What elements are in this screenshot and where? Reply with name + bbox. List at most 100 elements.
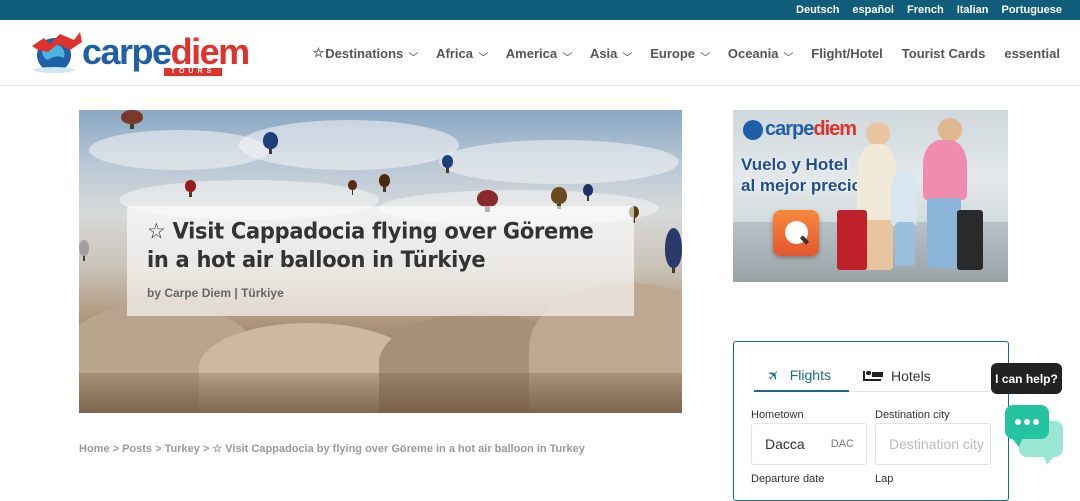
cloud-decoration [439, 140, 679, 184]
logo-tagline: TOURS [164, 68, 222, 76]
nav-label: Tourist Cards [901, 45, 986, 61]
hero-image: ☆ Visit Cappadocia flying over Göreme in… [79, 110, 682, 413]
chat-help-bubble[interactable]: I can help? [991, 363, 1062, 394]
chevron-down-icon: ⌵ [408, 47, 419, 58]
chat-dot-decoration [1015, 419, 1021, 425]
globe-icon [743, 119, 763, 140]
nav-europe[interactable]: Europe ⌵ [650, 45, 711, 61]
language-bar: Deutsch español French Italian Portugues… [0, 0, 1080, 20]
chevron-down-icon: ⌵ [700, 47, 711, 58]
destination-field[interactable]: Destination city [875, 423, 991, 465]
chevron-down-icon: ⌵ [478, 47, 489, 58]
person-legs-decoration [927, 198, 961, 268]
lang-link-french[interactable]: French [907, 4, 944, 16]
nav-flight-hotel[interactable]: Flight/Hotel [811, 46, 883, 61]
search-icon [773, 210, 819, 256]
chevron-down-icon: ⌵ [623, 47, 633, 58]
logo-part-diem: diem [170, 31, 251, 72]
post-meta: by Carpe Diem | Türkiye [147, 286, 614, 300]
nav-destinations[interactable]: ☆ Destinations ⌵ [312, 45, 419, 61]
lang-link-deutsch[interactable]: Deutsch [796, 4, 839, 16]
balloon-decoration [79, 240, 89, 261]
departure-date-label: Departure date [751, 473, 825, 485]
nav-label: essential [1004, 45, 1060, 61]
logo-wordmark: carpediem [82, 31, 251, 72]
site-logo[interactable]: carpediem TOURS [30, 28, 250, 78]
ad-headline: Vuelo y Hotel al mejor precio [741, 154, 862, 196]
ad-logo-part-diem: diem [813, 118, 857, 140]
nav-label: Asia [589, 45, 618, 61]
bed-icon [863, 371, 883, 381]
chat-icon[interactable] [1005, 405, 1063, 465]
lang-link-portuguese[interactable]: Portuguese [1001, 4, 1062, 16]
hometown-code: DAC [830, 438, 854, 450]
hometown-field[interactable]: Dacca DAC [751, 423, 867, 465]
ad-logo-part-carpe: carpe [765, 118, 814, 140]
child-legs-decoration [895, 222, 915, 266]
tab-hotels-label: Hotels [891, 368, 931, 384]
person-body-decoration [923, 140, 967, 200]
nav-asia[interactable]: Asia ⌵ [589, 45, 633, 61]
nav-label: Africa [436, 45, 473, 61]
category-link[interactable]: Türkiye [241, 286, 284, 300]
chat-dot-decoration [1024, 419, 1030, 425]
chevron-down-icon: ⌵ [562, 47, 573, 58]
valley-decoration [79, 373, 682, 413]
tab-flights-label: Flights [789, 367, 831, 383]
person-legs-decoration [863, 220, 893, 270]
star-icon: ☆ [312, 45, 325, 60]
chevron-down-icon: ⌵ [784, 47, 794, 58]
balloon-decoration [185, 180, 196, 197]
nav-label: Oceania [727, 45, 779, 61]
suitcase-decoration [837, 210, 867, 270]
lang-link-italian[interactable]: Italian [957, 4, 989, 16]
chat-dot-decoration [1033, 419, 1039, 425]
child-decoration [891, 170, 917, 226]
post-title-box: ☆ Visit Cappadocia flying over Göreme in… [127, 206, 634, 316]
nav-label: Flight/Hotel [811, 45, 883, 61]
nav-label: America [505, 45, 558, 61]
destination-label: Destination city [875, 409, 950, 421]
balloon-decoration [348, 180, 357, 195]
author-link[interactable]: Carpe Diem [164, 286, 231, 300]
booking-tabs: ✈ Flights Hotels [754, 360, 990, 392]
meta-separator: | [231, 286, 242, 300]
sidebar-ad-banner[interactable]: carpediem Vuelo y Hotel al mejor precio [733, 110, 1008, 282]
person-head-decoration [866, 122, 890, 146]
globe-logo-icon [32, 32, 82, 73]
lang-link-espanol[interactable]: español [852, 4, 894, 16]
balloon-decoration [551, 187, 567, 209]
balloon-decoration [379, 174, 390, 192]
destination-placeholder: Destination city [889, 436, 984, 452]
person-head-decoration [938, 118, 962, 142]
nav-label: Destinations [325, 45, 404, 61]
breadcrumb: Home > Posts > Turkey > ☆ Visit Cappadoc… [79, 443, 585, 455]
main-nav: ☆ Destinations ⌵ Africa ⌵ America ⌵ Asia… [313, 20, 1060, 86]
ad-logo: carpediem [743, 118, 857, 141]
booking-widget: ✈ Flights Hotels Hometown Dacca DAC Dest… [733, 341, 1009, 501]
balloon-decoration [665, 228, 682, 273]
nav-oceania[interactable]: Oceania ⌵ [727, 45, 794, 61]
nav-africa[interactable]: Africa ⌵ [436, 45, 489, 61]
balloon-decoration [121, 110, 143, 129]
nav-america[interactable]: America ⌵ [505, 45, 573, 61]
balloon-decoration [263, 132, 278, 154]
tab-hotels[interactable]: Hotels [849, 360, 945, 392]
suitcase-decoration [957, 210, 983, 270]
nav-label: Europe [650, 45, 696, 61]
tab-flights[interactable]: ✈ Flights [754, 360, 849, 392]
nav-tourist-cards[interactable]: Tourist Cards [902, 46, 986, 61]
balloon-decoration [442, 155, 453, 173]
nav-essential[interactable]: essential [1004, 46, 1060, 61]
site-header: carpediem TOURS ☆ Destinations ⌵ Africa … [0, 20, 1080, 86]
airplane-icon: ✈ [763, 364, 784, 385]
lap-label: Lap [875, 473, 894, 485]
balloon-decoration [583, 184, 593, 201]
ad-headline-line2: al mejor precio [741, 176, 862, 195]
post-title: ☆ Visit Cappadocia flying over Göreme in… [147, 218, 594, 273]
logo-part-carpe: carpe [82, 31, 172, 72]
meta-prefix: by [147, 286, 165, 300]
ad-headline-line1: Vuelo y Hotel [741, 155, 849, 174]
hometown-label: Hometown [751, 409, 804, 421]
hometown-value: Dacca [765, 436, 805, 452]
